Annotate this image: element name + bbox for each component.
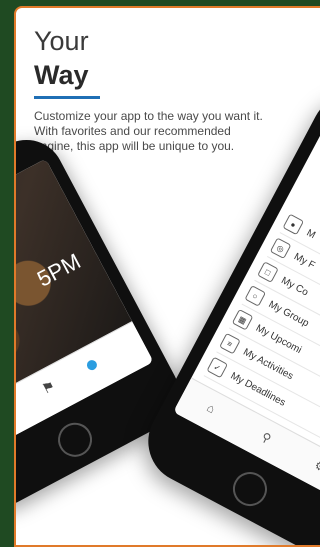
- checklist-icon: ✓: [206, 356, 229, 379]
- home-icon[interactable]: ⌂: [204, 400, 217, 416]
- home-button[interactable]: [52, 416, 99, 463]
- bell-icon[interactable]: ⚑: [39, 377, 58, 398]
- group-icon: ○: [244, 285, 267, 307]
- list-icon: ≡: [219, 332, 241, 355]
- calendar-icon: ▦: [231, 308, 254, 331]
- right-phone-screen: ● M ◎ My F □ My Co ○ My Group ▦ My Upcomi ≡ My…: [173, 120, 320, 508]
- person-icon[interactable]: ☻: [14, 400, 16, 421]
- promo-card: Your Way Customize your app to the way y…: [14, 6, 320, 547]
- description-text: Customize your app to the way you want i…: [34, 109, 263, 153]
- person-icon: ●: [282, 213, 305, 236]
- accent-underline: [34, 96, 100, 99]
- headline-line1: Your: [34, 26, 89, 56]
- active-tab-dot[interactable]: [85, 358, 99, 372]
- search-icon[interactable]: ⚲: [259, 430, 273, 446]
- target-icon: ◎: [269, 237, 292, 260]
- home-button[interactable]: [226, 466, 273, 513]
- book-icon: □: [257, 261, 279, 283]
- settings-icon[interactable]: ⚙: [312, 458, 320, 475]
- headline-line2: Way: [34, 60, 89, 90]
- left-phone-screen: 5PM ☻ ⚑: [14, 158, 154, 461]
